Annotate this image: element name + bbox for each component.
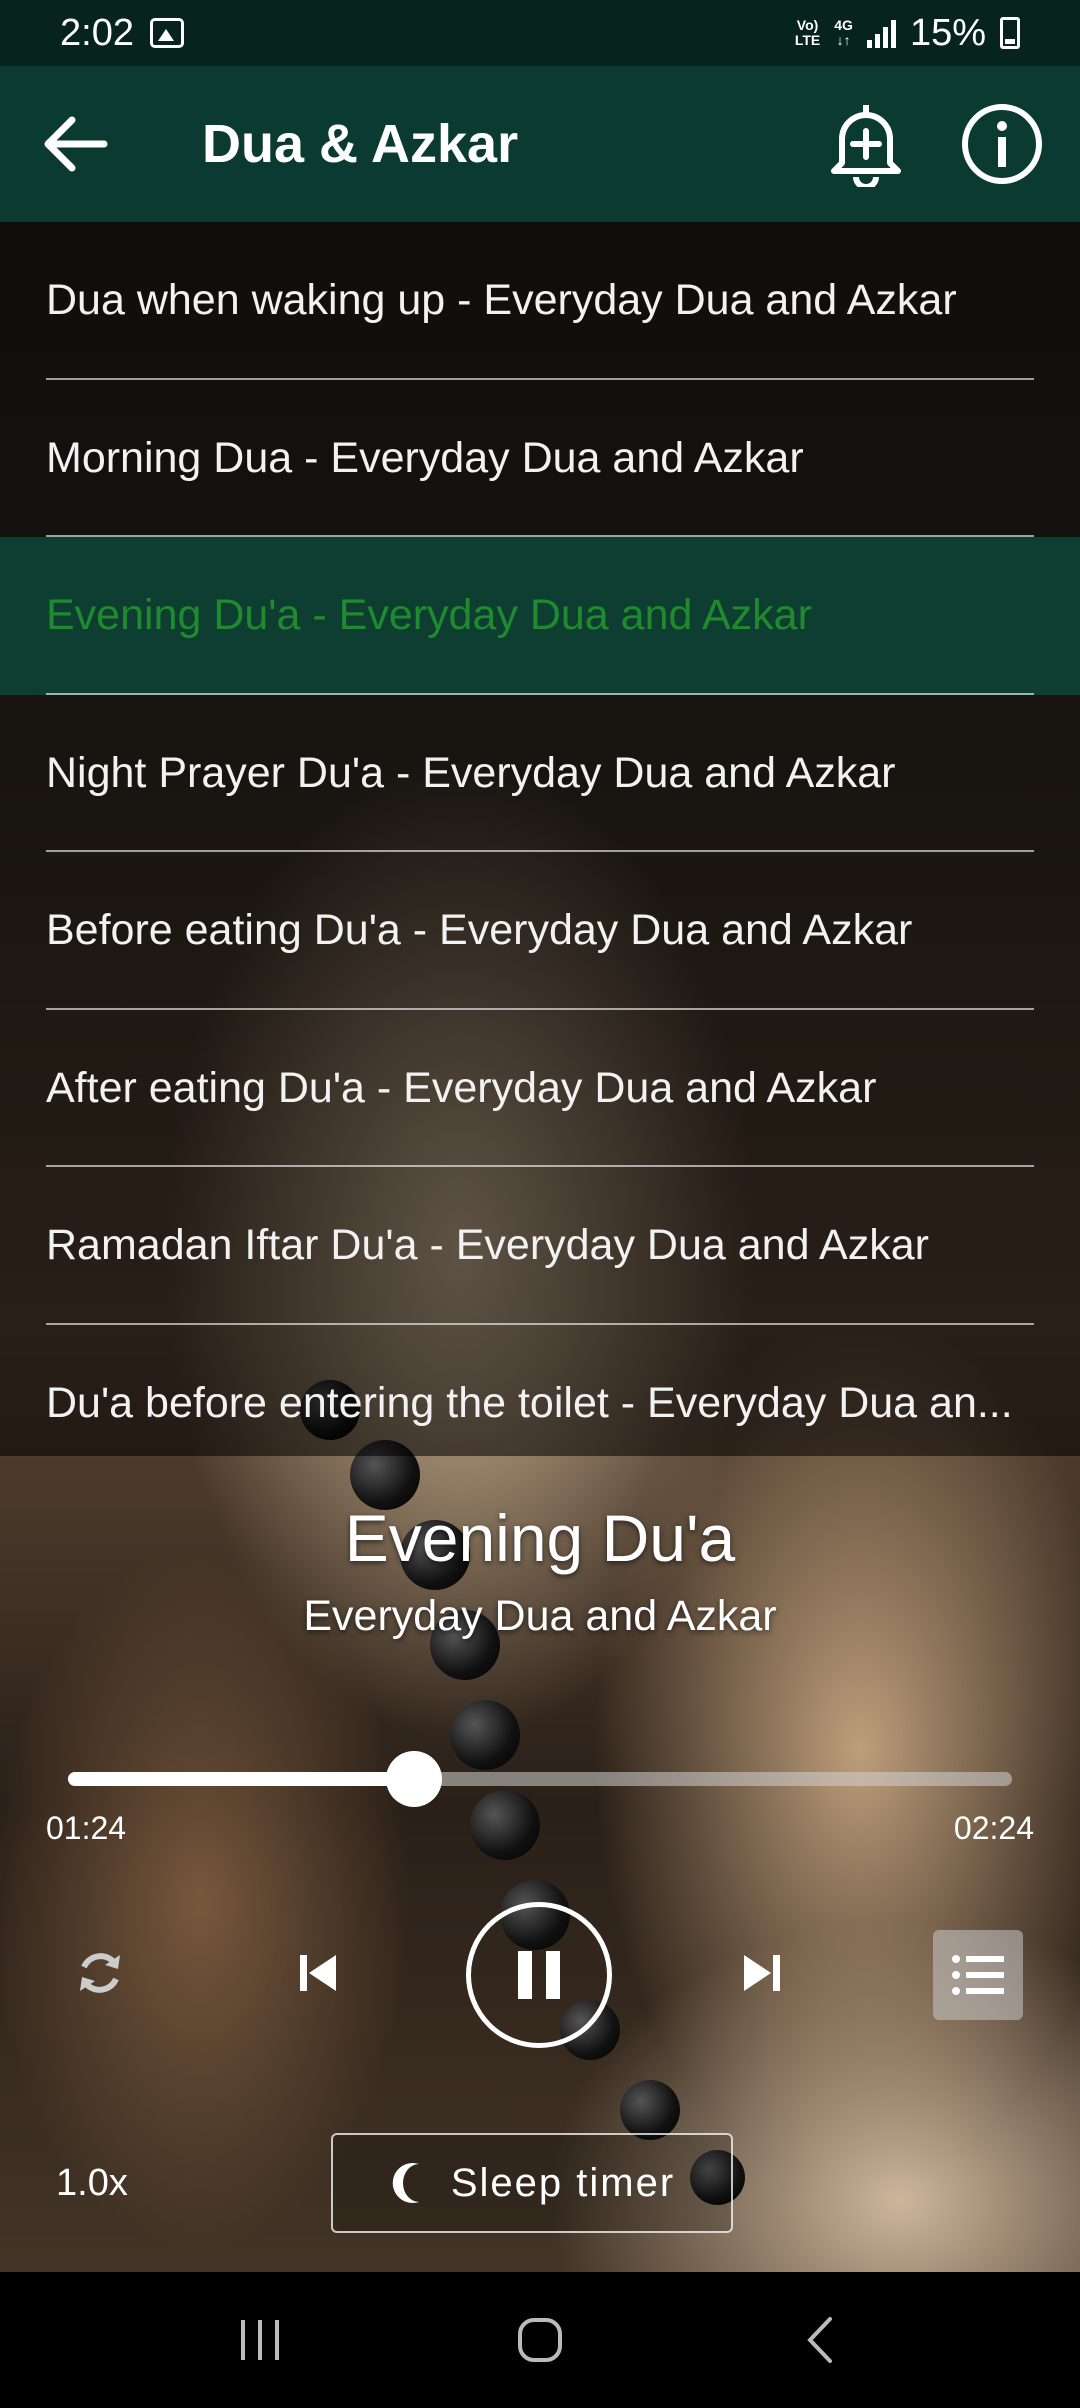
moon-icon bbox=[392, 2163, 419, 2203]
list-item[interactable]: Ramadan Iftar Du'a - Everyday Dua and Az… bbox=[0, 1167, 1080, 1325]
data-indicator: 4G ↓↑ bbox=[834, 17, 853, 48]
battery-icon bbox=[1000, 17, 1020, 49]
nav-back-icon bbox=[807, 2317, 832, 2363]
list-item[interactable]: Before eating Du'a - Everyday Dua and Az… bbox=[0, 852, 1080, 1010]
repeat-button[interactable] bbox=[52, 1925, 148, 2021]
list-item[interactable]: Night Prayer Du'a - Everyday Dua and Azk… bbox=[0, 695, 1080, 853]
volte-indicator: Vo) LTE bbox=[794, 17, 821, 48]
skip-previous-icon bbox=[300, 1955, 336, 1991]
sleep-timer-button[interactable]: Sleep timer bbox=[331, 2133, 733, 2233]
alarm-add-button[interactable] bbox=[818, 96, 914, 192]
info-button[interactable] bbox=[954, 96, 1050, 192]
elapsed-time: 01:24 bbox=[46, 1810, 127, 1846]
previous-button[interactable] bbox=[270, 1925, 366, 2021]
battery-percent: 15% bbox=[909, 11, 986, 54]
nav-back-button[interactable] bbox=[760, 2290, 880, 2390]
list-item[interactable]: Morning Dua - Everyday Dua and Azkar bbox=[0, 380, 1080, 538]
next-button[interactable] bbox=[714, 1925, 810, 2021]
skip-next-icon bbox=[744, 1955, 780, 1991]
home-button[interactable] bbox=[480, 2290, 600, 2390]
list-item[interactable]: After eating Du'a - Everyday Dua and Azk… bbox=[0, 1010, 1080, 1168]
playlist: Dua when waking up - Everyday Dua and Az… bbox=[0, 222, 1080, 1456]
total-time: 02:24 bbox=[953, 1810, 1034, 1846]
playlist-button[interactable] bbox=[933, 1930, 1023, 2020]
system-nav-bar bbox=[0, 2272, 1080, 2408]
repeat-icon bbox=[80, 1953, 120, 1993]
home-icon bbox=[518, 2318, 562, 2362]
status-time: 2:02 bbox=[60, 11, 134, 54]
list-item-active[interactable]: Evening Du'a - Everyday Dua and Azkar bbox=[0, 537, 1080, 695]
app-bar: Dua & Azkar bbox=[0, 66, 1080, 222]
now-playing-artist: Everyday Dua and Azkar bbox=[303, 1592, 777, 1640]
playback-speed-button[interactable]: 1.0x bbox=[56, 2162, 128, 2205]
list-item[interactable]: Dua when waking up - Everyday Dua and Az… bbox=[0, 222, 1080, 380]
signal-icon bbox=[866, 18, 896, 48]
sleep-timer-label: Sleep timer bbox=[450, 2160, 676, 2205]
pause-button[interactable] bbox=[466, 1902, 612, 2048]
back-button[interactable] bbox=[0, 66, 150, 222]
pause-icon bbox=[518, 1951, 560, 1999]
page-title: Dua & Azkar bbox=[202, 114, 519, 174]
playlist-icon bbox=[952, 1955, 1004, 1995]
recents-icon bbox=[241, 2320, 279, 2360]
image-notification-icon bbox=[149, 18, 184, 48]
seek-thumb[interactable] bbox=[385, 1751, 442, 1807]
alarm-add-icon bbox=[831, 105, 901, 187]
info-icon bbox=[962, 104, 1042, 184]
recents-button[interactable] bbox=[200, 2290, 320, 2390]
now-playing-title: Evening Du'a bbox=[344, 1501, 736, 1575]
list-item[interactable]: Du'a before entering the toilet - Everyd… bbox=[0, 1325, 1080, 1457]
seek-bar[interactable] bbox=[68, 1751, 1012, 1807]
seek-progress bbox=[68, 1772, 414, 1786]
back-arrow-icon bbox=[44, 116, 108, 172]
status-bar: 2:02 Vo) LTE 4G ↓↑ 15% bbox=[0, 0, 1080, 66]
